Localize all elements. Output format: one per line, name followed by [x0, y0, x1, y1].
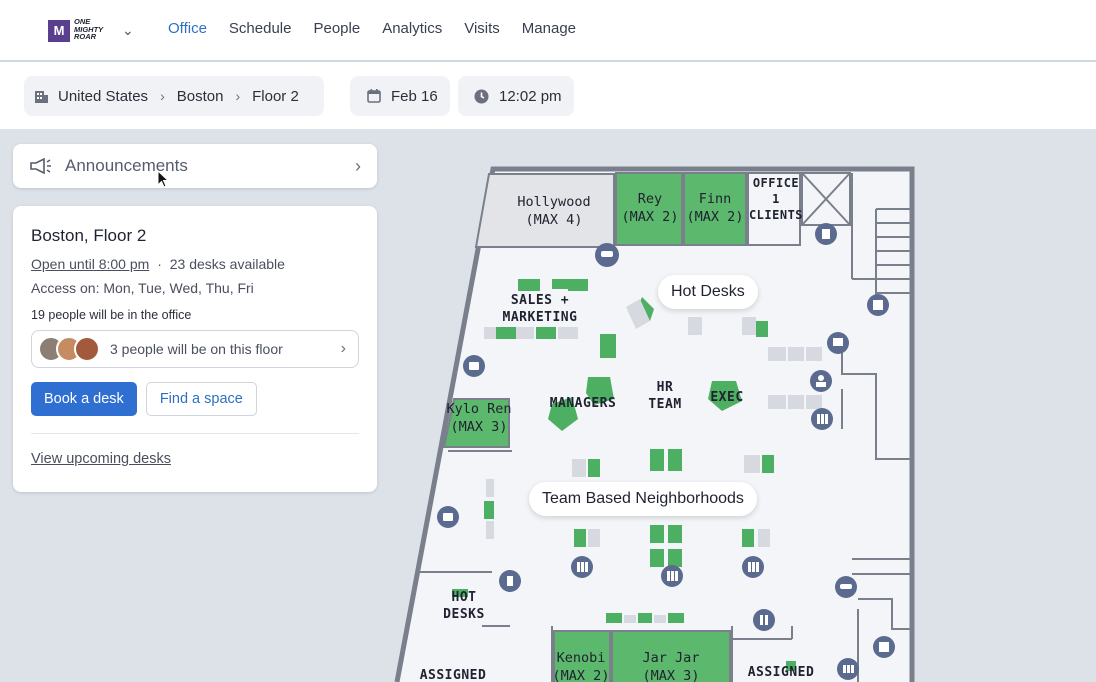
top-nav: M ONE MIGHTY ROAR ⌄ Office Schedule Peop… — [0, 0, 1096, 62]
room-office-1-label: OFFICE 1 CLIENTS — [748, 176, 804, 222]
room-hollywood[interactable]: Hollywood (MAX 4) — [502, 193, 606, 229]
nav-link-office[interactable]: Office — [168, 20, 207, 37]
clock-icon — [474, 89, 489, 103]
breadcrumb-country[interactable]: United States — [58, 88, 148, 105]
zone-exec-label: EXEC — [710, 390, 744, 405]
nav-link-visits[interactable]: Visits — [464, 20, 500, 37]
nav-link-manage[interactable]: Manage — [522, 20, 576, 37]
room-jar-jar[interactable]: Jar Jar (MAX 3) — [628, 649, 714, 682]
zone-hot-desks-label: HOT DESKS — [443, 590, 485, 622]
room-kenobi-label: Kenobi (MAX 2) — [552, 650, 610, 682]
zone-hr-team-label: HR TEAM — [648, 380, 682, 412]
location-bar: United States › Boston › Floor 2 Feb 16 … — [0, 62, 1096, 129]
divider — [31, 433, 359, 434]
room-kylo-ren-label: Kylo Ren (MAX 3) — [446, 401, 512, 435]
chevron-right-icon: › — [355, 155, 361, 176]
floor-title: Boston, Floor 2 — [31, 226, 147, 245]
time-picker[interactable]: 12:02 pm — [458, 76, 574, 116]
room-hollywood-label: Hollywood (MAX 4) — [517, 194, 591, 228]
floor-map[interactable]: Hollywood (MAX 4) Rey (MAX 2) Finn (MAX … — [392, 129, 1096, 682]
announcements-card[interactable]: Announcements › — [13, 144, 377, 188]
chevron-down-icon[interactable]: ⌄ — [122, 22, 134, 39]
nav-links: Office Schedule People Analytics Visits … — [168, 20, 576, 37]
zone-sales-marketing: SALES + MARKETING — [486, 292, 594, 326]
breadcrumb[interactable]: United States › Boston › Floor 2 — [24, 76, 324, 116]
nav-link-people[interactable]: People — [313, 20, 360, 37]
building-icon — [35, 91, 48, 103]
floor-info-card: Boston, Floor 2 Open until 8:00 pm · 23 … — [13, 206, 377, 492]
zone-managers-label: MANAGERS — [549, 396, 617, 411]
zone-hot-desks: HOT DESKS — [436, 589, 492, 623]
nav-link-schedule[interactable]: Schedule — [229, 20, 292, 37]
desks-available: 23 desks available — [169, 256, 285, 272]
hot-desks-bubble[interactable]: Hot Desks — [658, 275, 758, 309]
logo-text: ONE MIGHTY ROAR — [74, 17, 104, 41]
megaphone-icon — [30, 158, 51, 174]
room-finn[interactable]: Finn (MAX 2) — [684, 190, 746, 226]
open-hours-link[interactable]: Open until 8:00 pm — [31, 256, 149, 272]
action-buttons: Book a desk Find a space — [31, 382, 359, 416]
date-value[interactable]: Feb 16 — [391, 88, 438, 105]
room-kylo-ren[interactable]: Kylo Ren (MAX 3) — [444, 400, 514, 436]
chevron-right-icon: › — [235, 88, 241, 104]
avatar — [74, 336, 100, 362]
separator: · — [157, 256, 162, 272]
access-days: Access on: Mon, Tue, Wed, Thu, Fri — [31, 280, 254, 296]
chevron-right-icon: › — [340, 340, 346, 357]
nav-link-analytics[interactable]: Analytics — [382, 20, 442, 37]
main-area: Hollywood (MAX 4) Rey (MAX 2) Finn (MAX … — [0, 129, 1096, 682]
zone-assigned-left-label: ASSIGNED — [419, 668, 487, 682]
find-space-button[interactable]: Find a space — [145, 382, 257, 416]
book-desk-button[interactable]: Book a desk — [31, 382, 137, 416]
people-on-floor-button[interactable]: 3 people will be on this floor › — [31, 330, 359, 368]
room-rey[interactable]: Rey (MAX 2) — [618, 190, 682, 226]
people-in-office: 19 people will be in the office — [31, 308, 192, 322]
chevron-right-icon: › — [160, 88, 165, 104]
time-value[interactable]: 12:02 pm — [499, 88, 562, 105]
zone-assigned-right: ASSIGNED — [738, 664, 824, 681]
breadcrumb-city[interactable]: Boston — [177, 88, 224, 105]
company-logo[interactable]: M ONE MIGHTY ROAR ⌄ — [48, 18, 138, 44]
zone-sales-marketing-label: SALES + MARKETING — [502, 293, 578, 325]
date-picker[interactable]: Feb 16 — [350, 76, 450, 116]
team-neighborhoods-bubble[interactable]: Team Based Neighborhoods — [529, 482, 757, 516]
avatar-group — [38, 336, 100, 362]
room-kenobi[interactable]: Kenobi (MAX 2) — [550, 649, 612, 682]
zone-exec: EXEC — [702, 389, 752, 406]
room-finn-label: Finn (MAX 2) — [686, 191, 744, 225]
room-rey-label: Rey (MAX 2) — [621, 191, 679, 225]
room-office-1[interactable]: OFFICE 1 CLIENTS — [744, 175, 808, 223]
logo-mark-icon: M — [48, 20, 70, 42]
zone-assigned-left: ASSIGNED — [408, 667, 498, 682]
calendar-icon — [367, 89, 381, 103]
availability-line: Open until 8:00 pm · 23 desks available — [31, 256, 359, 272]
room-jar-jar-label: Jar Jar (MAX 3) — [642, 650, 700, 682]
mouse-cursor-icon — [157, 170, 169, 188]
zone-assigned-right-label: ASSIGNED — [747, 665, 815, 680]
zone-hr-team: HR TEAM — [640, 379, 690, 413]
breadcrumb-floor[interactable]: Floor 2 — [252, 88, 299, 105]
zone-managers: MANAGERS — [538, 395, 628, 412]
people-on-floor-text: 3 people will be on this floor — [110, 341, 283, 357]
announcements-label: Announcements — [65, 156, 188, 175]
view-upcoming-desks-link[interactable]: View upcoming desks — [31, 451, 171, 467]
